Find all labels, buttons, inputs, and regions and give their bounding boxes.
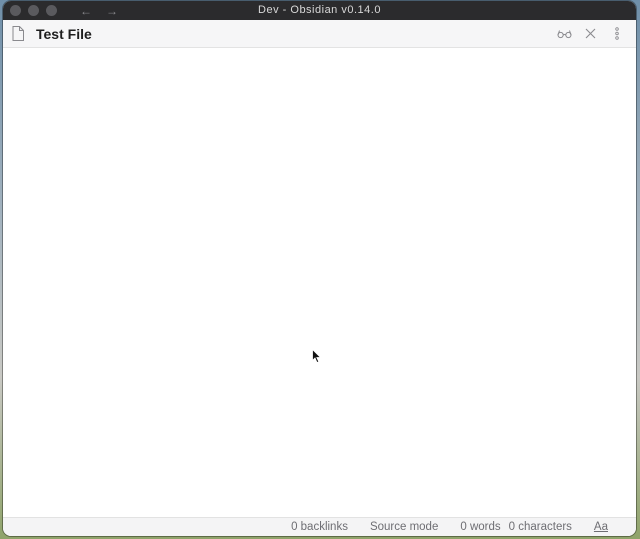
view-actions <box>557 20 624 47</box>
app-window: ← → Dev - Obsidian v0.14.0 Test File 0 b… <box>3 1 636 536</box>
minimize-window-button[interactable] <box>28 5 39 16</box>
back-arrow-icon[interactable]: ← <box>80 4 92 18</box>
mouse-cursor-icon <box>312 349 322 363</box>
character-count: 0 characters <box>508 521 572 533</box>
view-header: Test File <box>3 20 636 48</box>
more-options-icon[interactable] <box>609 26 624 41</box>
forward-arrow-icon[interactable]: → <box>106 4 118 18</box>
file-icon[interactable] <box>12 26 24 41</box>
window-controls <box>10 5 57 16</box>
word-count: 0 words <box>460 521 501 533</box>
title-bar: ← → Dev - Obsidian v0.14.0 <box>3 1 636 20</box>
backlinks-count[interactable]: 0 backlinks <box>291 521 348 533</box>
close-window-button[interactable] <box>10 5 21 16</box>
navigation-arrows: ← → <box>80 4 118 18</box>
file-title[interactable]: Test File <box>36 26 92 42</box>
editor-area[interactable] <box>3 48 636 518</box>
status-bar: 0 backlinks Source mode 0 words 0 charac… <box>3 517 636 536</box>
reading-view-icon[interactable] <box>557 26 572 41</box>
editor-mode[interactable]: Source mode <box>370 521 438 533</box>
font-settings-button[interactable]: Aa <box>594 521 608 533</box>
close-icon[interactable] <box>583 26 598 41</box>
maximize-window-button[interactable] <box>46 5 57 16</box>
